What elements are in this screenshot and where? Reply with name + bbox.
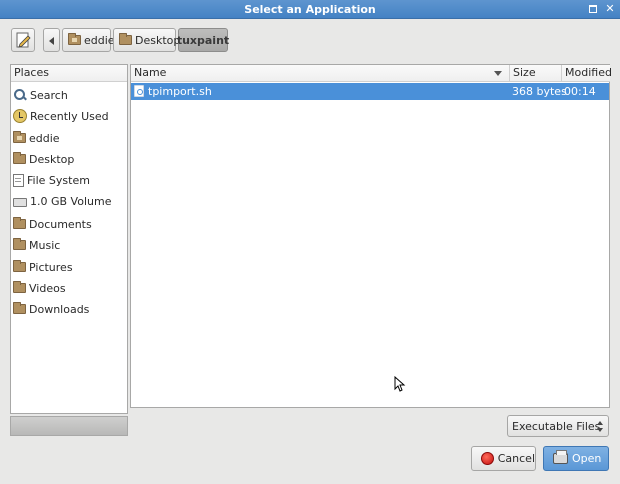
folder-icon <box>13 302 26 314</box>
open-icon <box>553 450 568 464</box>
file-size: 368 bytes <box>512 85 567 98</box>
breadcrumb-eddie[interactable]: eddie <box>62 28 115 52</box>
cancel-button[interactable]: Cancel <box>471 446 536 471</box>
folder-icon <box>13 152 26 164</box>
folder-icon <box>13 217 26 229</box>
updown-arrow-icon <box>597 421 603 433</box>
sidebar-item-label: eddie <box>29 131 60 145</box>
type-location-button[interactable] <box>11 28 35 52</box>
sidebar-item-label: Search <box>30 88 68 102</box>
title-bar: Select an Application ✕ <box>0 0 620 19</box>
column-header-size[interactable]: Size <box>510 65 562 82</box>
sidebar-item-documents[interactable]: Documents <box>13 214 127 234</box>
breadcrumb-label: Desktop <box>135 33 181 47</box>
sidebar-item-label: Videos <box>29 281 66 295</box>
sidebar-item-label: Recently Used <box>30 109 109 123</box>
column-header-name[interactable]: Name <box>131 65 510 82</box>
home-folder-icon <box>68 33 81 45</box>
sidebar-item-label: File System <box>27 173 90 187</box>
column-header-label: Size <box>513 66 536 79</box>
filesystem-icon <box>13 173 24 187</box>
path-back-button[interactable] <box>43 28 60 52</box>
folder-icon <box>13 260 26 272</box>
close-icon: ✕ <box>605 2 615 15</box>
cancel-button-label: Cancel <box>497 452 535 465</box>
sidebar-item-label: Desktop <box>29 152 75 166</box>
maximize-button[interactable] <box>586 2 600 16</box>
sidebar-item-label: Downloads <box>29 302 90 316</box>
recent-icon <box>13 109 27 123</box>
table-row[interactable]: tpimport.sh 368 bytes 00:14 <box>131 83 609 100</box>
sidebar-item-label: Music <box>29 238 61 252</box>
open-button[interactable]: Open <box>543 446 609 471</box>
toolbar: eddie Desktop tuxpaint <box>0 20 620 60</box>
sidebar-item-recently-used[interactable]: Recently Used <box>13 106 127 126</box>
folder-icon <box>13 238 26 250</box>
sidebar-item-label: Pictures <box>29 260 73 274</box>
maximize-icon <box>589 5 597 13</box>
mouse-cursor-icon <box>394 376 406 392</box>
sidebar-item-pictures[interactable]: Pictures <box>13 257 127 277</box>
window-title: Select an Application <box>244 3 376 16</box>
folder-icon <box>13 281 26 293</box>
column-header-modified[interactable]: Modified <box>562 65 612 82</box>
sidebar-item-label: Documents <box>29 217 92 231</box>
breadcrumb-label: tuxpaint <box>176 33 230 47</box>
sidebar-item-videos[interactable]: Videos <box>13 278 127 298</box>
pencil-icon <box>16 32 31 48</box>
places-header[interactable]: Places <box>11 65 127 82</box>
sidebar-item-search[interactable]: Search <box>13 85 127 105</box>
open-button-label: Open <box>572 452 602 465</box>
cancel-icon <box>481 452 494 465</box>
file-list[interactable]: Name Size Modified tpimport.sh 368 bytes… <box>130 64 612 408</box>
column-header-label: Modified <box>565 66 612 79</box>
folder-icon <box>119 33 132 45</box>
file-modified: 00:14 <box>564 85 596 98</box>
close-button[interactable]: ✕ <box>603 2 617 16</box>
sidebar-item-volume[interactable]: 1.0 GB Volume <box>13 191 127 211</box>
breadcrumb-desktop[interactable]: Desktop <box>113 28 180 52</box>
sidebar-item-eddie[interactable]: eddie <box>13 128 127 148</box>
places-button-bar <box>10 416 128 436</box>
script-file-icon <box>134 85 144 97</box>
filter-selected-value: Executable Files <box>512 419 601 433</box>
sidebar-item-file-system[interactable]: File System <box>13 170 127 190</box>
sidebar-item-desktop[interactable]: Desktop <box>13 149 127 169</box>
places-sidebar: Places Search Recently Used eddie Deskto… <box>10 64 128 414</box>
breadcrumb-tuxpaint[interactable]: tuxpaint <box>176 28 230 52</box>
search-icon <box>13 88 27 102</box>
sidebar-item-downloads[interactable]: Downloads <box>13 299 127 319</box>
breadcrumb-label: eddie <box>84 33 115 47</box>
sort-down-icon <box>494 71 502 76</box>
file-name: tpimport.sh <box>148 85 212 98</box>
home-folder-icon <box>13 131 26 143</box>
drive-icon <box>13 197 27 207</box>
sidebar-item-music[interactable]: Music <box>13 235 127 255</box>
chevron-left-icon <box>49 37 54 45</box>
column-header-label: Name <box>134 66 167 79</box>
sidebar-item-label: 1.0 GB Volume <box>30 194 112 208</box>
file-filter-select[interactable]: Executable Files <box>507 415 609 437</box>
